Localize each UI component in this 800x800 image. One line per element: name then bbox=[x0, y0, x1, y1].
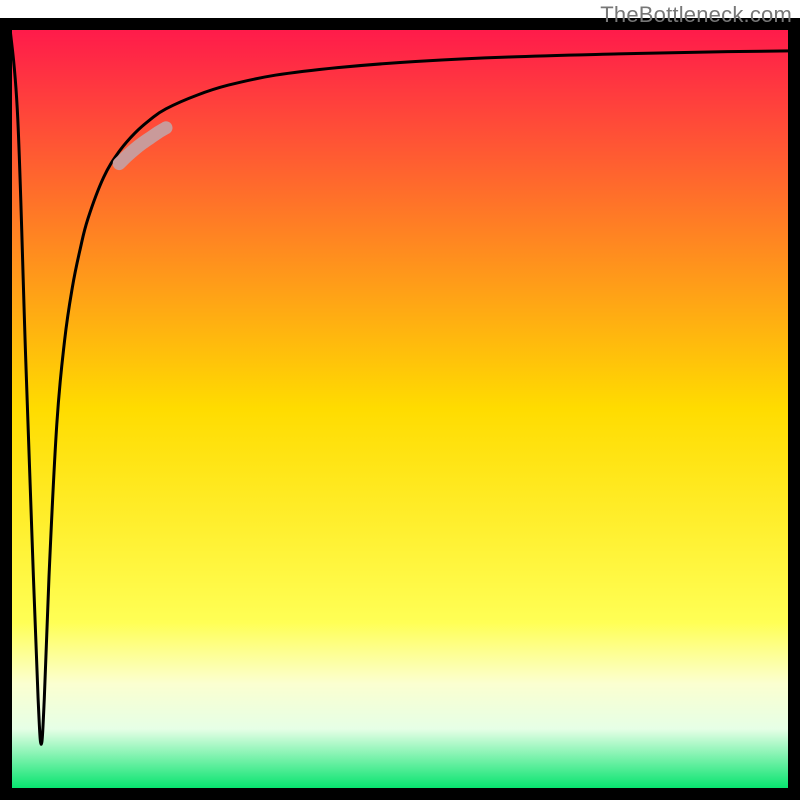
chart-container: TheBottleneck.com bbox=[0, 0, 800, 800]
bottleneck-chart bbox=[0, 0, 800, 800]
watermark-text: TheBottleneck.com bbox=[600, 2, 792, 28]
